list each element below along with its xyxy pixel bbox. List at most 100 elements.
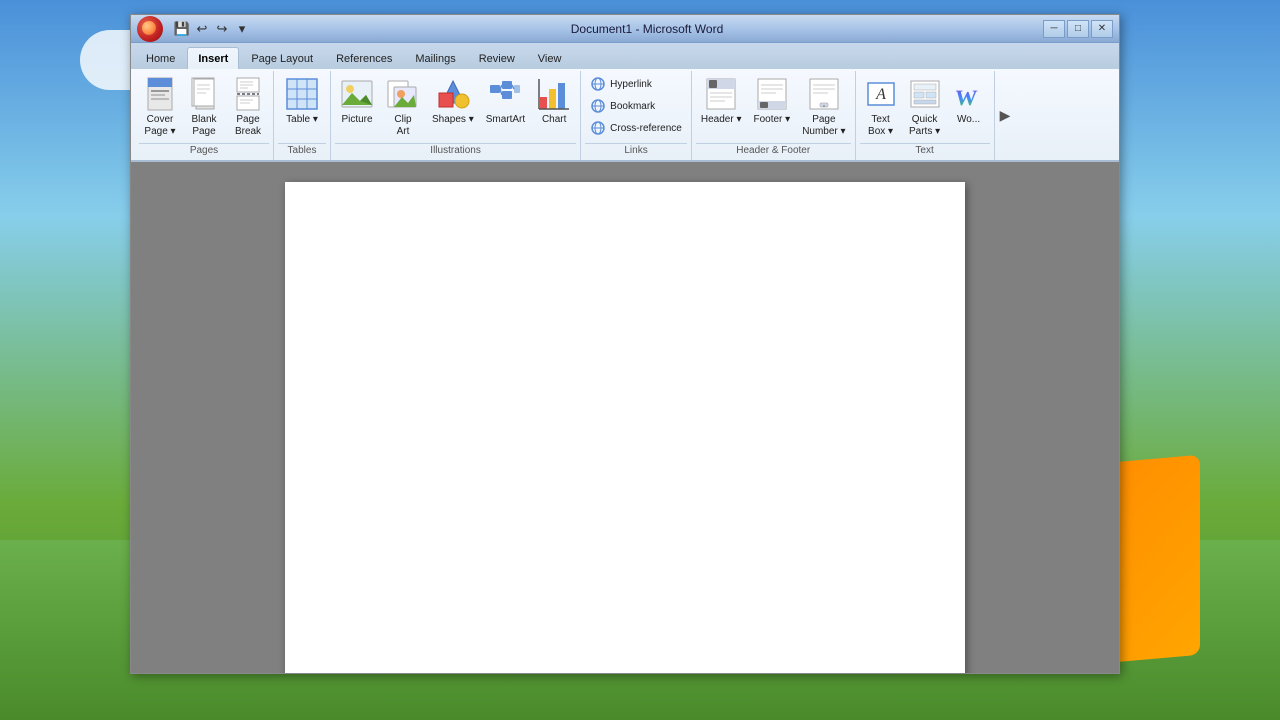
redo-button[interactable]: ↪ bbox=[213, 20, 231, 38]
tables-buttons: Table ▾ bbox=[278, 73, 326, 143]
ribbon-group-illustrations: Picture ClipArt bbox=[331, 71, 581, 160]
shapes-label: Shapes ▾ bbox=[432, 114, 474, 126]
chart-label: Chart bbox=[542, 114, 566, 126]
clip-art-icon bbox=[386, 76, 420, 112]
blank-page-button[interactable]: BlankPage bbox=[183, 73, 225, 141]
undo-button[interactable]: ↩ bbox=[193, 20, 211, 38]
ribbon-group-links: Hyperlink Bookmark bbox=[581, 71, 692, 160]
document-area[interactable] bbox=[131, 162, 1119, 673]
footer-label: Footer ▾ bbox=[753, 114, 790, 126]
shapes-icon bbox=[436, 76, 470, 112]
ribbon-group-text: A TextBox ▾ bbox=[856, 71, 995, 160]
svg-text:W: W bbox=[954, 85, 978, 110]
quick-parts-label: QuickParts ▾ bbox=[909, 114, 940, 138]
quick-parts-button[interactable]: QuickParts ▾ bbox=[904, 73, 946, 141]
ribbon-expand-button[interactable]: ▶ bbox=[997, 104, 1014, 127]
tab-references[interactable]: References bbox=[325, 47, 403, 69]
table-icon bbox=[285, 76, 319, 112]
picture-icon bbox=[340, 76, 374, 112]
ribbon-tab-bar: Home Insert Page Layout References Maili… bbox=[131, 43, 1119, 69]
text-box-button[interactable]: A TextBox ▾ bbox=[860, 73, 902, 141]
tab-mailings[interactable]: Mailings bbox=[404, 47, 466, 69]
word-window: 💾 ↩ ↪ ▾ Document1 - Microsoft Word ─ □ ✕… bbox=[130, 14, 1120, 674]
illustrations-group-label: Illustrations bbox=[335, 143, 576, 158]
blank-page-label: BlankPage bbox=[191, 114, 216, 138]
quick-access-toolbar: 💾 ↩ ↪ ▾ bbox=[173, 20, 251, 38]
cover-page-button[interactable]: CoverPage ▾ bbox=[139, 73, 181, 141]
header-label: Header ▾ bbox=[701, 114, 742, 126]
tab-review[interactable]: Review bbox=[468, 47, 526, 69]
footer-icon bbox=[756, 76, 788, 112]
smartart-button[interactable]: SmartArt bbox=[481, 73, 530, 129]
hyperlink-icon bbox=[590, 76, 606, 92]
cover-page-icon bbox=[146, 76, 174, 112]
pages-group-label: Pages bbox=[139, 143, 269, 158]
window-controls: ─ □ ✕ bbox=[1043, 20, 1113, 38]
bookmark-label: Bookmark bbox=[610, 101, 655, 112]
clip-art-button[interactable]: ClipArt bbox=[381, 73, 425, 141]
smartart-label: SmartArt bbox=[486, 114, 525, 126]
close-button[interactable]: ✕ bbox=[1091, 20, 1113, 38]
header-icon bbox=[705, 76, 737, 112]
title-bar-left: 💾 ↩ ↪ ▾ bbox=[137, 16, 251, 42]
footer-button[interactable]: Footer ▾ bbox=[748, 73, 795, 129]
header-footer-buttons: Header ▾ bbox=[696, 73, 851, 143]
tab-insert[interactable]: Insert bbox=[187, 47, 239, 69]
minimize-button[interactable]: ─ bbox=[1043, 20, 1065, 38]
header-footer-group-label: Header & Footer bbox=[696, 143, 851, 158]
ribbon-group-pages: CoverPage ▾ bbox=[135, 71, 274, 160]
smartart-icon bbox=[488, 76, 522, 112]
links-buttons: Hyperlink Bookmark bbox=[585, 73, 687, 143]
wordart-button[interactable]: W Wo... bbox=[948, 73, 990, 129]
ribbon: Home Insert Page Layout References Maili… bbox=[131, 43, 1119, 162]
cross-reference-button[interactable]: Cross-reference bbox=[585, 117, 687, 139]
page-break-label: PageBreak bbox=[235, 114, 261, 138]
tab-view[interactable]: View bbox=[527, 47, 573, 69]
wordart-icon: W bbox=[953, 76, 985, 112]
page-number-label: PageNumber ▾ bbox=[802, 114, 845, 138]
wordart-label: Wo... bbox=[957, 114, 980, 126]
chart-button[interactable]: Chart bbox=[532, 73, 576, 129]
blank-page-icon bbox=[190, 76, 218, 112]
page-number-button[interactable]: # PageNumber ▾ bbox=[797, 73, 850, 141]
cross-reference-label: Cross-reference bbox=[610, 123, 682, 134]
qat-dropdown-button[interactable]: ▾ bbox=[233, 20, 251, 38]
text-group-label: Text bbox=[860, 143, 990, 158]
quick-parts-icon bbox=[909, 76, 941, 112]
text-box-icon: A bbox=[865, 76, 897, 112]
header-button[interactable]: Header ▾ bbox=[696, 73, 747, 129]
table-label: Table ▾ bbox=[286, 114, 318, 126]
ribbon-more-arrow[interactable]: ▶ bbox=[995, 71, 1016, 160]
hyperlink-button[interactable]: Hyperlink bbox=[585, 73, 687, 95]
text-buttons: A TextBox ▾ bbox=[860, 73, 990, 143]
picture-label: Picture bbox=[341, 114, 372, 126]
office-orb-button[interactable] bbox=[137, 16, 163, 42]
page-break-button[interactable]: PageBreak bbox=[227, 73, 269, 141]
text-box-label: TextBox ▾ bbox=[868, 114, 893, 138]
cross-reference-icon bbox=[590, 120, 606, 136]
pages-buttons: CoverPage ▾ bbox=[139, 73, 269, 143]
clip-art-label: ClipArt bbox=[394, 114, 411, 138]
title-bar: 💾 ↩ ↪ ▾ Document1 - Microsoft Word ─ □ ✕ bbox=[131, 15, 1119, 43]
table-button[interactable]: Table ▾ bbox=[278, 73, 326, 129]
page-break-icon bbox=[234, 76, 262, 112]
hyperlink-label: Hyperlink bbox=[610, 79, 652, 90]
svg-text:A: A bbox=[875, 86, 886, 103]
shapes-button[interactable]: Shapes ▾ bbox=[427, 73, 479, 129]
maximize-button[interactable]: □ bbox=[1067, 20, 1089, 38]
ribbon-group-header-footer: Header ▾ bbox=[692, 71, 856, 160]
document-page[interactable] bbox=[285, 182, 965, 673]
tab-page-layout[interactable]: Page Layout bbox=[240, 47, 324, 69]
tables-group-label: Tables bbox=[278, 143, 326, 158]
window-title: Document1 - Microsoft Word bbox=[251, 22, 1043, 36]
bookmark-button[interactable]: Bookmark bbox=[585, 95, 687, 117]
picture-button[interactable]: Picture bbox=[335, 73, 379, 129]
ribbon-group-tables: Table ▾ Tables bbox=[274, 71, 331, 160]
cover-page-label: CoverPage ▾ bbox=[144, 114, 175, 138]
save-button[interactable]: 💾 bbox=[173, 20, 191, 38]
links-stack: Hyperlink Bookmark bbox=[585, 73, 687, 139]
links-group-label: Links bbox=[585, 143, 687, 158]
chart-icon bbox=[537, 76, 571, 112]
tab-home[interactable]: Home bbox=[135, 47, 186, 69]
bookmark-icon bbox=[590, 98, 606, 114]
